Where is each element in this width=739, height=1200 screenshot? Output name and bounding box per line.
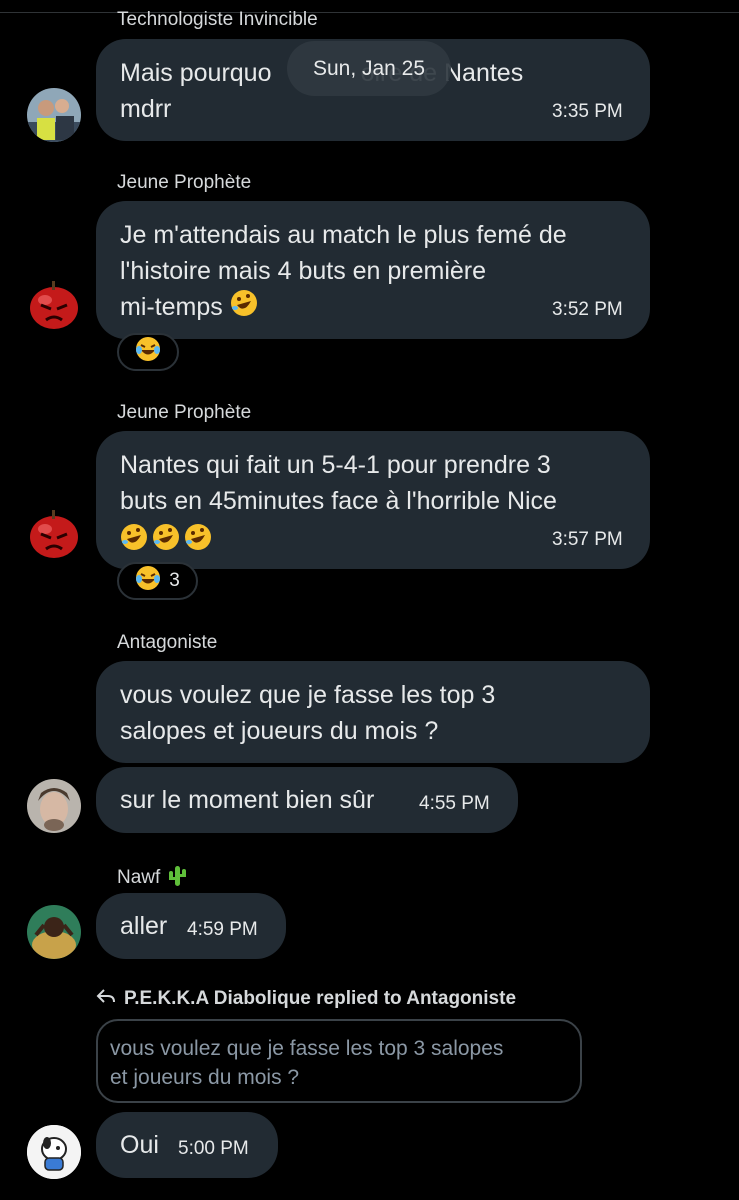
- message-bubble[interactable]: Oui 5:00 PM: [96, 1112, 278, 1178]
- avatar[interactable]: [27, 278, 81, 332]
- message-text: sur le moment bien sûr: [120, 786, 375, 814]
- message-text-line2: mdrr: [120, 95, 172, 123]
- tears-of-joy-emoji: [135, 565, 161, 597]
- message-bubble[interactable]: vous voulez que je fasse les top 3 salop…: [96, 661, 650, 763]
- avatar[interactable]: [27, 88, 81, 142]
- message-text: aller: [120, 912, 168, 940]
- message-text: Je m'attendais au match le plus femé de …: [120, 217, 567, 327]
- reply-header: P.E.K.K.A Diabolique replied to Antagoni…: [96, 988, 516, 1010]
- reaction-count: 3: [169, 570, 180, 591]
- rolling-laughing-emoji: [120, 523, 148, 556]
- message-time: 4:59 PM: [187, 919, 258, 940]
- message-bubble[interactable]: sur le moment bien sûr 4:55 PM: [96, 767, 518, 833]
- avatar[interactable]: [27, 507, 81, 561]
- message-text: Oui: [120, 1131, 159, 1159]
- message-time: 3:57 PM: [552, 529, 623, 550]
- message-text: vous voulez que je fasse les top 3 salop…: [120, 681, 496, 745]
- emoji-row: [120, 523, 212, 556]
- message-time: 3:52 PM: [552, 299, 623, 320]
- avatar[interactable]: [27, 1125, 81, 1179]
- message-bubble[interactable]: Nantes qui fait un 5-4-1 pour prendre 3 …: [96, 431, 650, 569]
- sender-name: Technologiste Invincible: [117, 9, 318, 30]
- quoted-text: vous voulez que je fasse les top 3 salop…: [110, 1037, 504, 1089]
- message-time: 3:35 PM: [552, 101, 623, 122]
- reply-arrow-icon: [96, 988, 116, 1010]
- sender-name: Antagoniste: [117, 632, 218, 653]
- rolling-laughing-emoji: [184, 523, 212, 556]
- avatar[interactable]: [27, 905, 81, 959]
- message-time: 5:00 PM: [178, 1138, 249, 1159]
- reaction-chip[interactable]: 3: [117, 562, 198, 600]
- date-separator: Sun, Jan 25: [287, 41, 451, 96]
- message-bubble[interactable]: Je m'attendais au match le plus femé de …: [96, 201, 650, 339]
- message-text: Nantes qui fait un 5-4-1 pour prendre 3 …: [120, 451, 557, 515]
- tears-of-joy-emoji: [135, 336, 161, 368]
- sender-name: Nawf: [117, 864, 187, 892]
- rolling-laughing-emoji: [152, 523, 180, 556]
- top-divider: [0, 12, 739, 13]
- rolling-laughing-emoji: [230, 289, 258, 327]
- reaction-chip[interactable]: [117, 333, 179, 371]
- cactus-icon: [168, 864, 187, 892]
- avatar[interactable]: [27, 779, 81, 833]
- message-time: 4:55 PM: [419, 793, 490, 814]
- sender-name: Jeune Prophète: [117, 172, 252, 193]
- message-bubble[interactable]: aller 4:59 PM: [96, 893, 286, 959]
- sender-name: Jeune Prophète: [117, 402, 252, 423]
- quoted-message[interactable]: vous voulez que je fasse les top 3 salop…: [96, 1019, 582, 1103]
